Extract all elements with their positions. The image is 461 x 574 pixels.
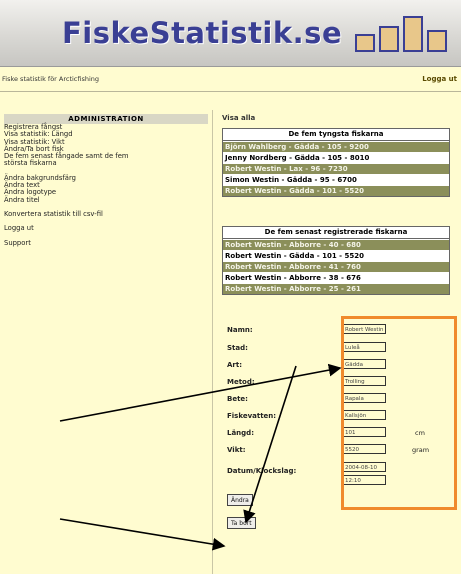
show-all-link[interactable]: Visa alla xyxy=(222,114,255,122)
sidebar-item-csv-export[interactable]: Konvertera statistik till csv-fil xyxy=(4,210,208,218)
table-row[interactable]: Robert Westin - Abborre - 25 - 261 xyxy=(223,283,449,294)
bait-label: Bete: xyxy=(227,395,248,403)
sidebar-item-support[interactable]: Support xyxy=(4,239,208,247)
table-row[interactable]: Jenny Nordberg - Gädda - 105 - 8010 xyxy=(223,152,449,163)
banner: FiskeStatistik.se xyxy=(0,0,461,66)
table-row[interactable]: Robert Westin - Gädda - 101 - 5520 xyxy=(223,250,449,261)
sidebar: ADMINISTRATION Registrera fångst Visa st… xyxy=(0,110,213,574)
subheader: Fiske statistik för Arcticfishing Logga … xyxy=(0,67,461,92)
table-row[interactable]: Simon Westin - Gädda - 95 - 6700 xyxy=(223,174,449,185)
heaviest-table: De fem tyngsta fiskarna Björn Wahlberg -… xyxy=(222,128,450,197)
water-label: Fiskevatten: xyxy=(227,412,277,420)
latest-table-title: De fem senast registrerade fiskarna xyxy=(223,227,449,239)
sidebar-item-latest-largest-cont[interactable]: största fiskarna xyxy=(4,160,208,168)
sidebar-item-logout[interactable]: Logga ut xyxy=(4,224,208,232)
latest-table: De fem senast registrerade fiskarna Robe… xyxy=(222,226,450,295)
city-label: Stad: xyxy=(227,344,248,352)
sidebar-item-title[interactable]: Ändra titel xyxy=(4,196,208,204)
logout-link[interactable]: Logga ut xyxy=(422,75,457,83)
tagline: Fiske statistik för Arcticfishing xyxy=(2,75,100,83)
table-row[interactable]: Björn Wahlberg - Gädda - 105 - 9200 xyxy=(223,141,449,152)
highlight-box xyxy=(341,316,457,510)
change-button[interactable]: Ändra xyxy=(227,494,253,506)
length-label: Längd: xyxy=(227,429,254,437)
table-row[interactable]: Robert Westin - Lax - 96 - 7230 xyxy=(223,163,449,174)
bar-chart-icon xyxy=(351,14,451,58)
method-label: Metod: xyxy=(227,378,255,386)
table-row[interactable]: Robert Westin - Abborre - 41 - 760 xyxy=(223,261,449,272)
name-label: Namn: xyxy=(227,326,253,334)
datetime-label: Datum/Klockslag: xyxy=(227,467,297,475)
weight-label: Vikt: xyxy=(227,446,246,454)
page: FiskeStatistik.se Fiske statistik för Ar… xyxy=(0,0,461,574)
table-row[interactable]: Robert Westin - Gädda - 101 - 5520 xyxy=(223,185,449,196)
table-row[interactable]: Robert Westin - Abborre - 38 - 676 xyxy=(223,272,449,283)
site-logo[interactable]: FiskeStatistik.se xyxy=(62,16,342,50)
delete-button[interactable]: Ta bort xyxy=(227,517,256,529)
table-row[interactable]: Robert Westin - Abborre - 40 - 680 xyxy=(223,239,449,250)
species-label: Art: xyxy=(227,361,243,369)
heaviest-table-title: De fem tyngsta fiskarna xyxy=(223,129,449,141)
